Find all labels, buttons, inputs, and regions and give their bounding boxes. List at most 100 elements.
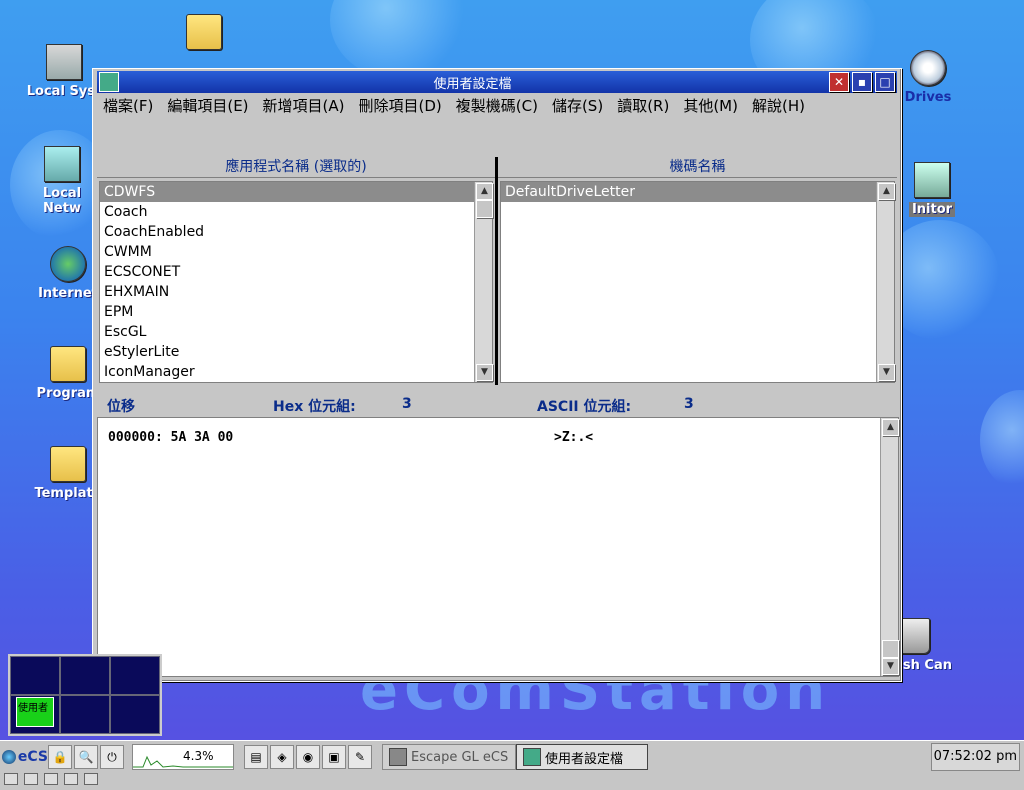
list-item[interactable]: DefaultDriveLetter xyxy=(501,182,876,202)
menu-copy-key[interactable]: 複製機碼(C) xyxy=(450,95,546,117)
desktop-icon-local-network[interactable]: Local Netw xyxy=(22,146,102,216)
list-item[interactable]: ECSCONET xyxy=(100,262,474,282)
window-title: 使用者設定檔 xyxy=(433,76,512,92)
pager-cell[interactable] xyxy=(110,656,160,695)
menu-bar: 檔案(F) 編輯項目(E) 新增項目(A) 刪除項目(D) 複製機碼(C) 儲存… xyxy=(97,95,897,117)
byte-info-bar: 位移 Hex 位元組: 3 ASCII 位元組: 3 xyxy=(97,393,897,415)
folder-icon xyxy=(186,14,222,50)
ecs-logo-icon xyxy=(2,750,16,764)
list-item[interactable]: EscGL xyxy=(100,322,474,342)
ascii-bytes-label: ASCII 位元組: xyxy=(537,399,632,415)
maximize-button[interactable]: □ xyxy=(875,72,895,92)
tool-5-icon[interactable]: ✎ xyxy=(348,745,372,769)
key-list: DefaultDriveLetter xyxy=(501,182,876,382)
drives-icon xyxy=(910,50,946,86)
lock-icon[interactable]: 🔒 xyxy=(48,745,72,769)
mini-button[interactable] xyxy=(24,773,38,785)
scroll-thumb[interactable] xyxy=(476,200,493,218)
ecs-start-button[interactable]: eCS xyxy=(2,745,48,769)
hex-bytes-count: 3 xyxy=(402,396,412,412)
power-icon[interactable]: ⏻ xyxy=(100,745,124,769)
cpu-load-label: 4.3% xyxy=(183,749,214,763)
icon-label: Local Netw xyxy=(42,186,82,216)
mini-button[interactable] xyxy=(4,773,18,785)
close-button[interactable]: ✕ xyxy=(829,72,849,92)
key-pane: 機碼名稱 DefaultDriveLetter ▲ ▼ xyxy=(498,157,897,385)
globe-icon xyxy=(50,246,86,282)
mini-button[interactable] xyxy=(44,773,58,785)
background-bubble xyxy=(980,390,1024,490)
list-item[interactable]: CoachEnabled xyxy=(100,222,474,242)
profile-editor-window: 使用者設定檔 ✕ ▪ □ 檔案(F) 編輯項目(E) 新增項目(A) 刪除項目(… xyxy=(92,68,902,682)
mini-button[interactable] xyxy=(84,773,98,785)
taskbar-row: eCS 🔒 🔍 ⏻ 4.3% ▤ ◈ ◉ ▣ ✎ Escape GL eCS 使… xyxy=(0,743,648,771)
list-item[interactable]: CWMM xyxy=(100,242,474,262)
menu-help[interactable]: 解說(H) xyxy=(746,95,813,117)
list-item[interactable]: CDWFS xyxy=(100,182,474,202)
programs-folder-icon xyxy=(50,346,86,382)
scroll-down-button[interactable]: ▼ xyxy=(476,364,493,381)
list-item[interactable]: EPM xyxy=(100,302,474,322)
tool-4-icon[interactable]: ▣ xyxy=(322,745,346,769)
list-item[interactable]: EHXMAIN xyxy=(100,282,474,302)
ascii-line[interactable]: >Z:.< xyxy=(554,430,593,445)
tool-3-icon[interactable]: ◉ xyxy=(296,745,320,769)
pager-cell[interactable] xyxy=(60,656,110,695)
menu-add-item[interactable]: 新增項目(A) xyxy=(257,95,353,117)
list-item[interactable]: eStylerLite xyxy=(100,342,474,362)
ascii-bytes-count: 3 xyxy=(684,396,694,412)
scroll-down-button[interactable]: ▼ xyxy=(882,658,899,675)
hex-line[interactable]: 000000: 5A 3A 00 xyxy=(108,430,233,445)
application-scrollbar[interactable]: ▲ ▼ xyxy=(474,182,493,382)
task-escape-gl[interactable]: Escape GL eCS xyxy=(382,744,516,770)
scroll-down-button[interactable]: ▼ xyxy=(878,364,895,381)
cpu-monitor[interactable]: 4.3% xyxy=(132,744,234,770)
scroll-up-button[interactable]: ▲ xyxy=(476,183,493,200)
scroll-up-button[interactable]: ▲ xyxy=(878,183,895,200)
menu-save[interactable]: 儲存(S) xyxy=(546,95,611,117)
pager-cell[interactable] xyxy=(60,695,110,734)
tool-1-icon[interactable]: ▤ xyxy=(244,745,268,769)
menu-read[interactable]: 讀取(R) xyxy=(611,95,677,117)
pager-window-thumbnail[interactable]: 使用者 xyxy=(16,697,54,727)
menu-edit-item[interactable]: 編輯項目(E) xyxy=(161,95,256,117)
search-icon[interactable]: 🔍 xyxy=(74,745,98,769)
tool-2-icon[interactable]: ◈ xyxy=(270,745,294,769)
list-panes: 應用程式名稱 (選取的) CDWFS Coach CoachEnabled CW… xyxy=(97,157,897,385)
network-icon xyxy=(44,146,80,182)
profile-editor-icon xyxy=(523,748,541,766)
taskbar-mini-buttons xyxy=(4,773,98,785)
application-pane-header: 應用程式名稱 (選取的) xyxy=(97,157,495,178)
system-menu-icon[interactable] xyxy=(99,72,119,92)
ecs-start-label: eCS xyxy=(17,749,48,765)
pager-cell[interactable] xyxy=(10,656,60,695)
key-listbox[interactable]: DefaultDriveLetter ▲ ▼ xyxy=(500,181,895,383)
scroll-up-button[interactable]: ▲ xyxy=(882,419,899,436)
monitor-icon xyxy=(914,162,950,198)
application-pane: 應用程式名稱 (選取的) CDWFS Coach CoachEnabled CW… xyxy=(97,157,495,385)
application-listbox[interactable]: CDWFS Coach CoachEnabled CWMM ECSCONET E… xyxy=(99,181,493,383)
menu-other[interactable]: 其他(M) xyxy=(677,95,746,117)
menu-delete-item[interactable]: 刪除項目(D) xyxy=(353,95,450,117)
hex-editor[interactable]: 000000: 5A 3A 00 >Z:.< ▲ ▼ xyxy=(97,417,899,677)
scroll-thumb[interactable] xyxy=(882,640,899,658)
key-scrollbar[interactable]: ▲ ▼ xyxy=(876,182,895,382)
mini-button[interactable] xyxy=(64,773,78,785)
task-profile-editor[interactable]: 使用者設定檔 xyxy=(516,744,648,770)
hex-scrollbar[interactable]: ▲ ▼ xyxy=(880,418,899,676)
escape-gl-icon xyxy=(389,748,407,766)
offset-label: 位移 xyxy=(107,399,135,415)
top-folder-icon[interactable] xyxy=(164,14,244,54)
list-item[interactable]: IconManager xyxy=(100,362,474,382)
hex-bytes-label: Hex 位元組: xyxy=(273,399,356,415)
minimize-button[interactable]: ▪ xyxy=(852,72,872,92)
desktop-icon-monitor[interactable]: Initor xyxy=(892,162,972,217)
templates-folder-icon xyxy=(50,446,86,482)
key-pane-header: 機碼名稱 xyxy=(498,157,897,178)
pager-cell[interactable] xyxy=(110,695,160,734)
task-label: Escape GL eCS xyxy=(411,749,509,765)
taskbar-clock[interactable]: 07:52:02 pm xyxy=(930,743,1020,771)
list-item[interactable]: Coach xyxy=(100,202,474,222)
menu-file[interactable]: 檔案(F) xyxy=(97,95,161,117)
title-bar[interactable]: 使用者設定檔 ✕ ▪ □ xyxy=(97,71,897,93)
